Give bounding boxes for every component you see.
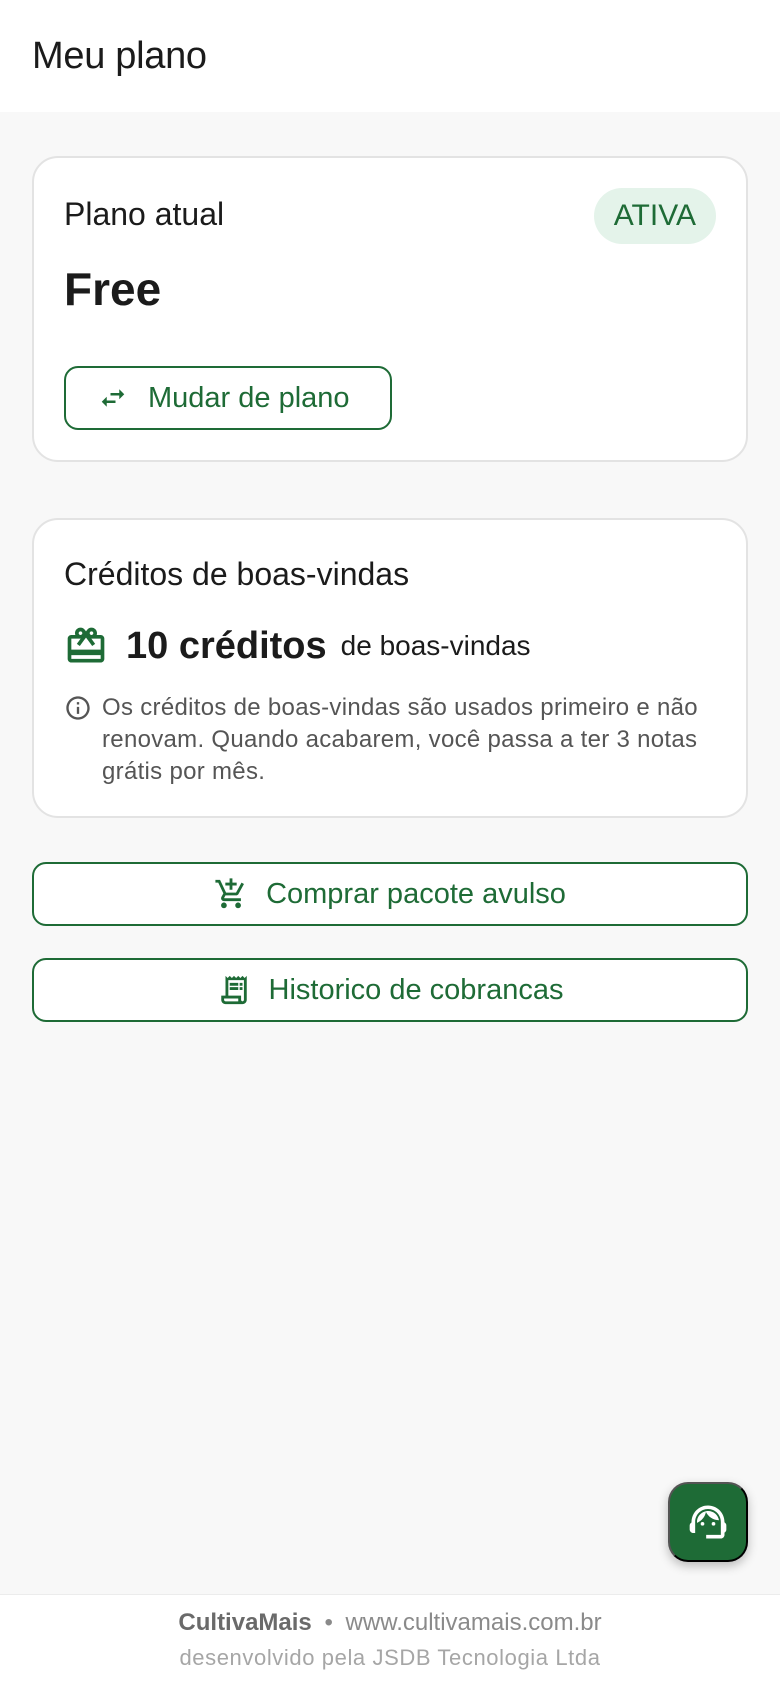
add-shopping-cart-icon [215, 878, 245, 909]
footer-separator: • [324, 1609, 333, 1636]
billing-history-button[interactable]: Historico de cobrancas [32, 958, 748, 1022]
swap-horiz-icon [101, 389, 125, 407]
billing-history-label: Historico de cobrancas [268, 973, 564, 1006]
gift-card-icon [67, 627, 105, 663]
footer-url[interactable]: www.cultivamais.com.br [346, 1609, 602, 1636]
change-plan-button[interactable]: Mudar de plano [64, 366, 392, 430]
plan-name: Free [64, 263, 162, 315]
app-bar: Meu plano [0, 0, 780, 112]
welcome-credits-card: Créditos de boas-vindas 10 créditos de b… [32, 518, 748, 818]
footer-brand-line: CultivaMais • www.cultivamais.com.br [0, 1609, 780, 1637]
buy-pack-label: Comprar pacote avulso [266, 877, 566, 910]
footer: CultivaMais • www.cultivamais.com.br des… [0, 1594, 780, 1688]
support-chat-button[interactable] [668, 1482, 748, 1562]
change-plan-label: Mudar de plano [148, 381, 350, 414]
current-plan-card: Plano atual ATIVA Free Mudar de plano [32, 156, 748, 462]
status-badge: ATIVA [593, 188, 716, 244]
support-agent-icon [689, 1505, 727, 1539]
footer-brand: CultivaMais [178, 1609, 312, 1636]
page-title: Meu plano [32, 34, 207, 77]
current-plan-label: Plano atual [64, 196, 225, 232]
credits-note-text: Os créditos de boas-vindas são usados pr… [102, 694, 698, 785]
receipt-long-icon [220, 975, 247, 1005]
info-icon [66, 696, 90, 720]
credits-amount: 10 créditos [126, 624, 327, 667]
buy-pack-button[interactable]: Comprar pacote avulso [32, 862, 748, 926]
footer-credit: desenvolvido pela JSDB Tecnologia Ltda [179, 1645, 601, 1670]
welcome-credits-title: Créditos de boas-vindas [64, 556, 410, 592]
credits-suffix: de boas-vindas [340, 630, 531, 661]
credits-balance: 10 créditos de boas-vindas [64, 624, 531, 668]
credits-info-note: Os créditos de boas-vindas são usados pr… [64, 692, 724, 788]
